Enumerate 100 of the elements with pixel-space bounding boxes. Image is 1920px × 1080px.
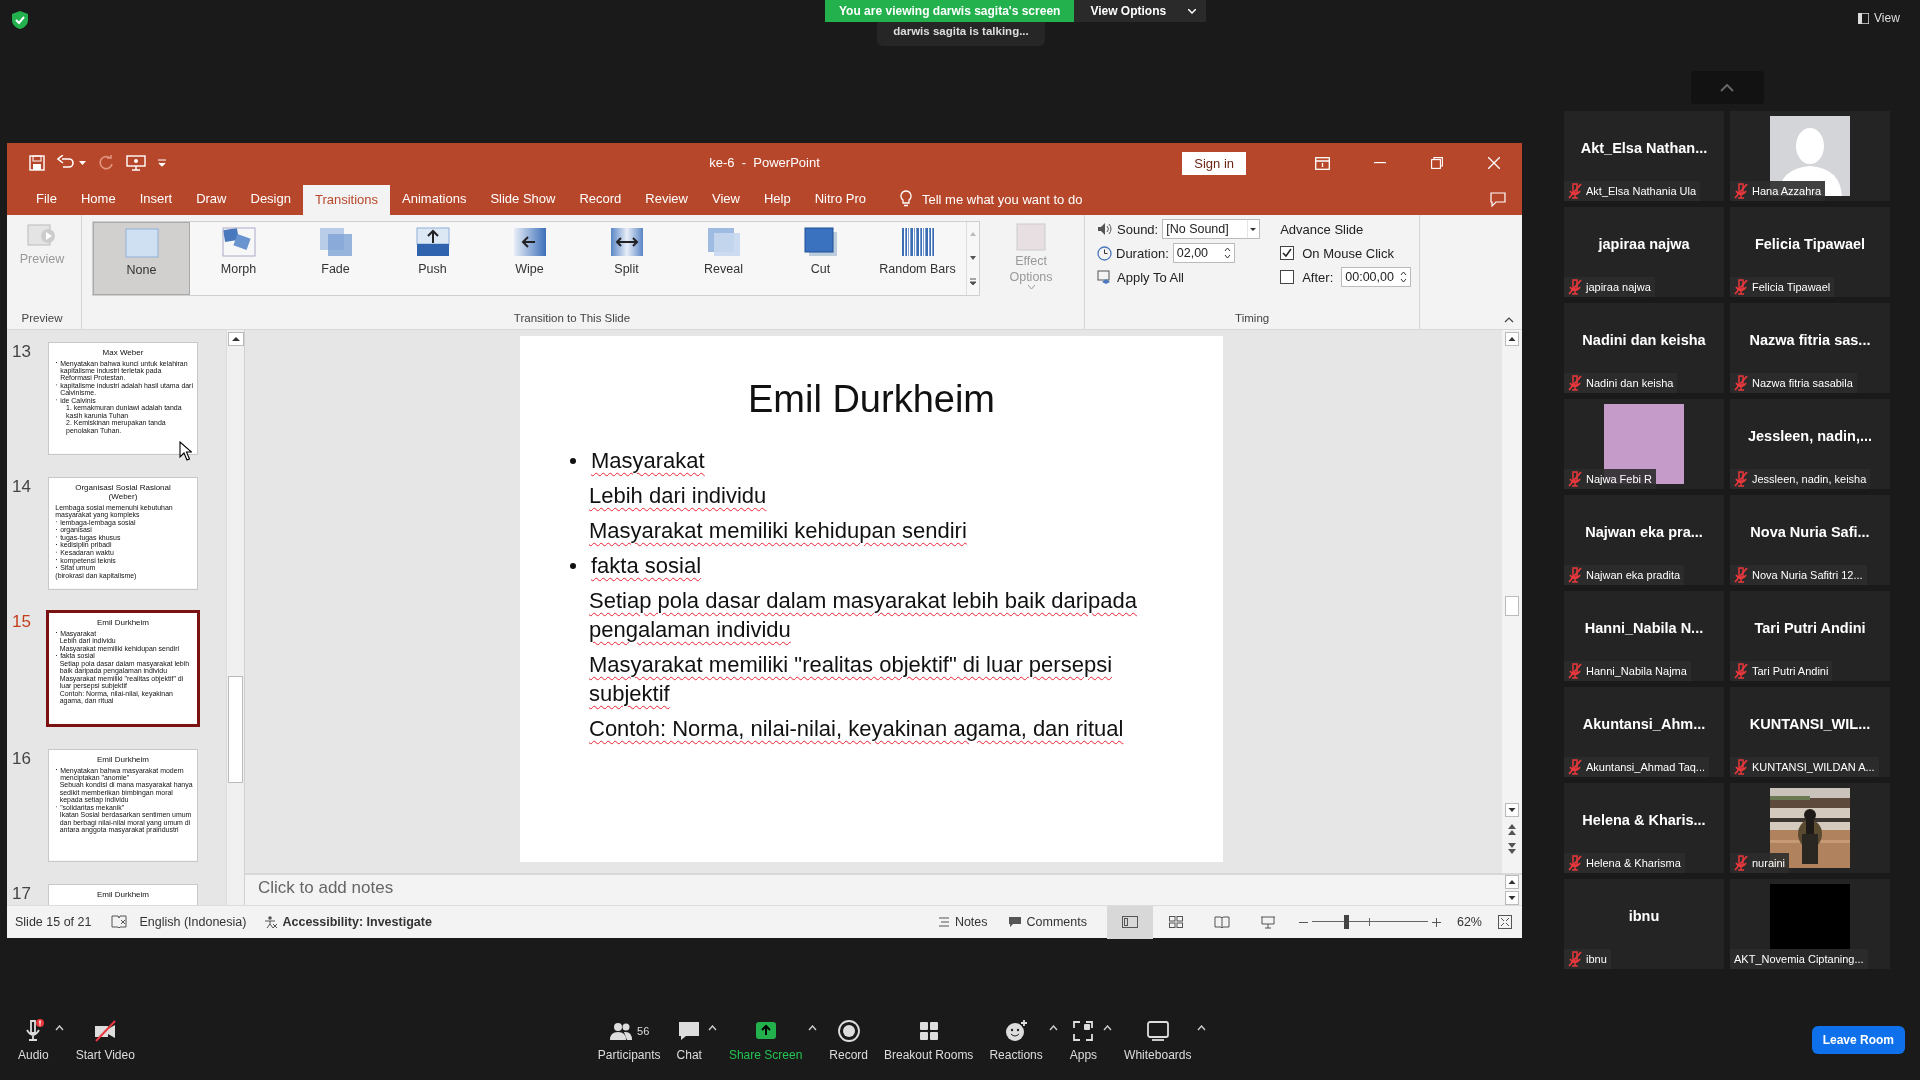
checkbox-label: After:: [1302, 269, 1334, 285]
accessibility-status[interactable]: Accessibility: Investigate: [282, 915, 432, 929]
participant-count: 56: [637, 1024, 650, 1037]
view-options-button[interactable]: View Options: [1074, 0, 1207, 22]
checkbox-label: On Mouse Click: [1302, 245, 1394, 261]
toolbar-button[interactable]: Breakout Rooms: [876, 1018, 982, 1062]
slide-title: Emil Durkheim: [746, 377, 996, 422]
participant-label: Jessleen, nadin, keisha: [1752, 473, 1867, 485]
participant-name: Nova Nuria Safi...: [1750, 524, 1870, 542]
participant-label: ibnu: [1586, 953, 1607, 965]
transition-option[interactable]: Wipe: [481, 222, 578, 295]
participant-name: Najwan eka pra...: [1585, 524, 1703, 542]
ribbon-tab[interactable]: Nitro Pro: [802, 183, 878, 215]
slide-title: Max Weber: [101, 346, 145, 357]
zoom-percentage[interactable]: 62%: [1456, 915, 1482, 929]
participant-label: Hana Azzahra: [1752, 185, 1822, 197]
ribbon-tab[interactable]: Record: [567, 183, 634, 215]
language-label[interactable]: English (Indonesia): [139, 915, 247, 929]
group-label: Transition to This Slide: [512, 311, 632, 326]
section-title: Advance Slide: [1280, 221, 1364, 237]
participant-label: Najwan eka pradita: [1586, 569, 1681, 581]
sign-in-button[interactable]: Sign in: [1182, 151, 1246, 175]
transition-option[interactable]: Cut: [772, 222, 869, 295]
apply-to-all-button[interactable]: Apply To All: [1117, 269, 1184, 285]
view-button[interactable]: View: [1858, 11, 1900, 25]
participant-label: Nova Nuria Safitri 12...: [1752, 569, 1863, 581]
slide-number: 13: [11, 342, 32, 362]
participant-name: KUNTANSI_WIL...: [1749, 716, 1871, 734]
ribbon-tab[interactable]: Draw: [184, 183, 239, 215]
slide-title: Emil Durkheim: [96, 753, 150, 764]
transition-option[interactable]: Fade: [287, 222, 384, 295]
ribbon-tab[interactable]: Help: [751, 183, 803, 215]
participant-name: Akuntansi_Ahm...: [1582, 716, 1706, 734]
participant-name: Nadini dan keisha: [1582, 332, 1706, 350]
slide-text: Lebih dari individu: [589, 482, 768, 510]
transition-option[interactable]: Reveal: [675, 222, 772, 295]
window-title: ke-6 - PowerPoint: [709, 155, 820, 170]
toolbar-button[interactable]: Reactions: [981, 1018, 1051, 1062]
participant-name: ibnu: [1628, 908, 1660, 926]
slide-text: Masyarakat memiliki kehidupan sendiri: [589, 517, 968, 545]
ribbon-tab[interactable]: Slide Show: [478, 183, 568, 215]
participant-label: Nazwa fitria sasabila: [1752, 377, 1853, 389]
toolbar-button[interactable]: Whiteboards: [1116, 1018, 1200, 1062]
group-label: Timing: [1234, 311, 1271, 326]
sound-dropdown[interactable]: [No Sound]: [1162, 219, 1261, 239]
ribbon-tab[interactable]: View: [700, 183, 752, 215]
participant-name: Hanni_Nabila N...: [1584, 620, 1704, 638]
ribbon-tab[interactable]: Animations: [390, 183, 479, 215]
slide-number: 17: [11, 884, 32, 904]
participant-label: nuraini: [1752, 857, 1786, 869]
tell-me-field[interactable]: Tell me what you want to do: [922, 191, 1083, 207]
slide-counter: Slide 15 of 21: [15, 915, 92, 929]
toolbar-button[interactable]: Start Video: [67, 1018, 143, 1062]
ribbon-tab[interactable]: Transitions: [302, 185, 391, 215]
participant-label: Helena & Kharisma: [1586, 857, 1681, 869]
group-label: Preview: [20, 311, 64, 326]
slide-text: fakta sosial: [591, 552, 703, 580]
toolbar-button[interactable]: Record: [821, 1018, 876, 1062]
transition-option[interactable]: Random Bars: [869, 222, 966, 295]
slide-title: Organisasi Sosial Rasional (Weber): [74, 481, 172, 502]
transition-option[interactable]: None: [93, 222, 190, 295]
slide-text: Setiap pola dasar dalam masyarakat lebih baik daripada pengalaman individu: [589, 587, 1138, 644]
participant-label: Felicia Tipawael: [1752, 281, 1831, 293]
slide-thumbnail[interactable]: Emil Durkheim: [48, 884, 198, 905]
share-banner: You are viewing darwis sagita's screen: [825, 0, 1075, 22]
toolbar-button[interactable]: Audio: [10, 1018, 57, 1062]
comments-button[interactable]: Comments: [999, 915, 1095, 929]
slide-number: 14: [11, 477, 32, 497]
transition-option[interactable]: Push: [384, 222, 481, 295]
participant-name: Jessleen, nadin,...: [1747, 428, 1873, 446]
participant-name: Helena & Kharis...: [1582, 812, 1706, 830]
toolbar-button[interactable]: Apps: [1061, 1018, 1106, 1062]
participant-label: Akt_Elsa Nathania Ula: [1586, 185, 1697, 197]
participant-label: Akuntansi_Ahmad Taq...: [1586, 761, 1706, 773]
after-spinner[interactable]: 00:00,00: [1341, 267, 1412, 287]
participant-name: japiraa najwa: [1598, 236, 1690, 254]
toolbar-button[interactable]: 56 Participants: [589, 1018, 669, 1062]
toolbar-button[interactable]: Chat: [668, 1018, 710, 1062]
participant-name: Nazwa fitria sas...: [1749, 332, 1871, 350]
transition-option[interactable]: Split: [578, 222, 675, 295]
ribbon-tab[interactable]: Design: [238, 183, 303, 215]
participant-label: Nadini dan keisha: [1586, 377, 1674, 389]
notes-button[interactable]: Notes: [929, 915, 996, 929]
slide-title: Emil Durkheim: [96, 888, 150, 899]
ribbon-tab[interactable]: Review: [633, 183, 700, 215]
transition-option[interactable]: Morph: [190, 222, 287, 295]
slide-text: Masyarakat memiliki "realitas objektif" di luar persepsi subjektif: [589, 651, 1114, 708]
participant-label: Najwa Febi R: [1586, 473, 1653, 485]
participant-label: KUNTANSI_WILDAN A...: [1752, 761, 1875, 773]
ribbon-tab[interactable]: File: [24, 183, 69, 215]
ribbon-tab[interactable]: Insert: [127, 183, 185, 215]
leave-room-button[interactable]: Leave Room: [1811, 1026, 1905, 1054]
participant-name: Felicia Tipawael: [1754, 236, 1866, 254]
duration-spinner[interactable]: 02,00: [1172, 243, 1235, 263]
field-label: Sound:: [1117, 221, 1159, 237]
toolbar-button[interactable]: Share Screen: [720, 1018, 811, 1062]
ribbon-tab[interactable]: Home: [68, 183, 128, 215]
slide-number: 16: [11, 749, 32, 769]
slide-text: Masyarakat: [591, 447, 706, 475]
field-label: Duration:: [1116, 245, 1169, 261]
